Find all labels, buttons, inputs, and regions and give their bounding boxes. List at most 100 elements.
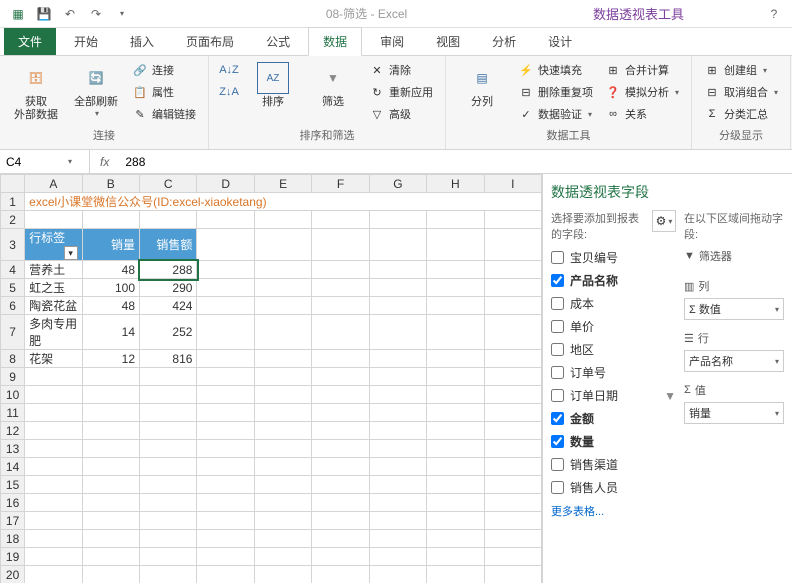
- cell[interactable]: [369, 566, 426, 583]
- cell[interactable]: [25, 566, 82, 583]
- cell[interactable]: 100: [82, 279, 139, 297]
- cell[interactable]: [312, 350, 369, 368]
- row-header[interactable]: 8: [1, 350, 25, 368]
- cell[interactable]: [254, 494, 311, 512]
- cell[interactable]: 252: [140, 315, 197, 350]
- cell[interactable]: [312, 279, 369, 297]
- tab-data[interactable]: 数据: [308, 27, 362, 56]
- cell[interactable]: [82, 404, 139, 422]
- area-item[interactable]: 产品名称▾: [684, 350, 784, 372]
- cell[interactable]: [369, 404, 426, 422]
- row-header[interactable]: 10: [1, 386, 25, 404]
- field-item[interactable]: 单价: [551, 317, 676, 336]
- cell[interactable]: [140, 211, 197, 229]
- connections-button[interactable]: 🔗连接: [128, 60, 200, 80]
- cell[interactable]: [427, 476, 484, 494]
- row-header[interactable]: 5: [1, 279, 25, 297]
- field-checkbox[interactable]: [551, 481, 564, 494]
- col-header-e[interactable]: E: [254, 175, 311, 193]
- tab-review[interactable]: 审阅: [366, 28, 418, 55]
- data-validation-button[interactable]: ✓数据验证▾: [514, 104, 597, 124]
- clear-filter-button[interactable]: ✕清除: [365, 60, 437, 80]
- cell[interactable]: [484, 548, 541, 566]
- cell[interactable]: [82, 566, 139, 583]
- field-item[interactable]: 金额: [551, 409, 676, 428]
- cell[interactable]: [484, 297, 541, 315]
- filter-dropdown-icon[interactable]: ▾: [64, 246, 78, 260]
- field-item[interactable]: 产品名称: [551, 271, 676, 290]
- tab-home[interactable]: 开始: [60, 28, 112, 55]
- cell[interactable]: [427, 512, 484, 530]
- cell[interactable]: 816: [140, 350, 197, 368]
- row-header[interactable]: 3: [1, 229, 25, 261]
- row-header[interactable]: 11: [1, 404, 25, 422]
- row-header[interactable]: 9: [1, 368, 25, 386]
- field-item[interactable]: 数量: [551, 432, 676, 451]
- cell[interactable]: [427, 211, 484, 229]
- text-to-columns-button[interactable]: ▤ 分列: [454, 60, 510, 111]
- chevron-down-icon[interactable]: ▾: [68, 157, 72, 166]
- external-data-button[interactable]: 🗄 获取 外部数据: [8, 60, 64, 124]
- cell[interactable]: [427, 494, 484, 512]
- row-header[interactable]: 19: [1, 548, 25, 566]
- advanced-filter-button[interactable]: ▽高级: [365, 104, 437, 124]
- cell[interactable]: [369, 368, 426, 386]
- cell[interactable]: [484, 494, 541, 512]
- area-item[interactable]: Σ 数值▾: [684, 298, 784, 320]
- field-item[interactable]: 宝贝编号: [551, 248, 676, 267]
- cell[interactable]: [484, 229, 541, 261]
- cell[interactable]: [254, 229, 311, 261]
- reapply-button[interactable]: ↻重新应用: [365, 82, 437, 102]
- cell[interactable]: [82, 368, 139, 386]
- banner-cell[interactable]: excel小课堂微信公众号(ID:excel-xiaoketang): [25, 193, 542, 211]
- cell[interactable]: [484, 350, 541, 368]
- cell[interactable]: [25, 476, 82, 494]
- cell[interactable]: [82, 422, 139, 440]
- cell[interactable]: [140, 404, 197, 422]
- field-checkbox[interactable]: [551, 343, 564, 356]
- cell[interactable]: [312, 315, 369, 350]
- cell[interactable]: [25, 530, 82, 548]
- cell[interactable]: [312, 458, 369, 476]
- cell[interactable]: [254, 476, 311, 494]
- field-checkbox[interactable]: [551, 458, 564, 471]
- cell[interactable]: [82, 440, 139, 458]
- cell[interactable]: [369, 229, 426, 261]
- cell[interactable]: [484, 512, 541, 530]
- sort-desc-button[interactable]: Z↓A: [217, 82, 241, 102]
- cell[interactable]: 48: [82, 297, 139, 315]
- cell[interactable]: [484, 315, 541, 350]
- field-checkbox[interactable]: [551, 320, 564, 333]
- spreadsheet-grid[interactable]: A B C D E F G H I 1excel小课堂微信公众号(ID:exce…: [0, 174, 542, 583]
- cell[interactable]: [140, 440, 197, 458]
- cell[interactable]: [484, 368, 541, 386]
- row-header[interactable]: 18: [1, 530, 25, 548]
- cell[interactable]: [427, 404, 484, 422]
- cell[interactable]: [427, 261, 484, 279]
- cell[interactable]: [197, 368, 254, 386]
- tab-file[interactable]: 文件: [4, 28, 56, 55]
- cell[interactable]: [369, 350, 426, 368]
- cell[interactable]: [254, 279, 311, 297]
- cell[interactable]: [254, 530, 311, 548]
- field-checkbox[interactable]: [551, 366, 564, 379]
- col-header-b[interactable]: B: [82, 175, 139, 193]
- sort-asc-button[interactable]: A↓Z: [217, 60, 241, 80]
- cell[interactable]: [197, 386, 254, 404]
- cell[interactable]: [312, 566, 369, 583]
- cell[interactable]: [312, 211, 369, 229]
- cell[interactable]: 424: [140, 297, 197, 315]
- cell[interactable]: [140, 458, 197, 476]
- cell[interactable]: [140, 548, 197, 566]
- cell[interactable]: [484, 530, 541, 548]
- col-header-g[interactable]: G: [369, 175, 426, 193]
- more-tables-link[interactable]: 更多表格...: [551, 503, 676, 519]
- cell[interactable]: [140, 566, 197, 583]
- cell[interactable]: [197, 229, 254, 261]
- cell[interactable]: [82, 476, 139, 494]
- cell[interactable]: [369, 422, 426, 440]
- cell[interactable]: [427, 229, 484, 261]
- pivot-rowlabel-header[interactable]: 行标签▾: [25, 229, 82, 261]
- help-icon[interactable]: ?: [764, 7, 784, 21]
- cell[interactable]: [369, 279, 426, 297]
